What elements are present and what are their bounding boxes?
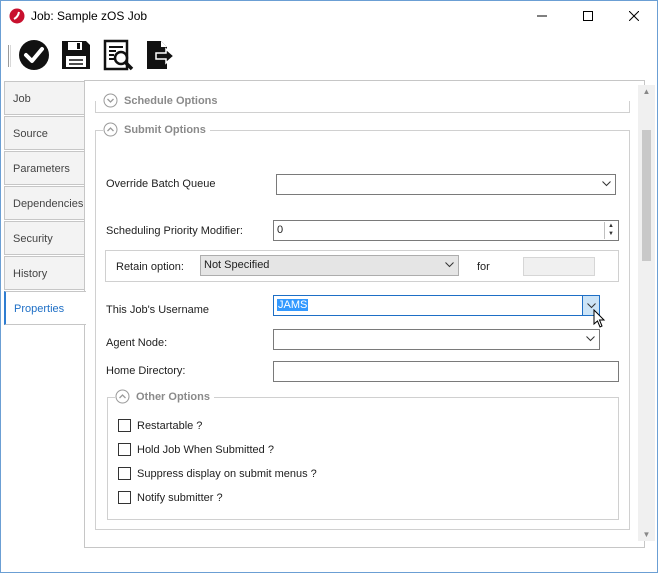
- vertical-scrollbar[interactable]: ▲ ▼: [638, 85, 655, 541]
- chevron-up-circle-icon: [115, 389, 130, 404]
- agent-node-combo[interactable]: [273, 329, 600, 350]
- view-source-button[interactable]: [100, 37, 136, 73]
- checkbox-box[interactable]: [118, 443, 131, 456]
- retain-option-value: Not Specified: [204, 259, 270, 271]
- tab-parameters[interactable]: Parameters: [4, 151, 84, 185]
- scheduling-priority-label: Scheduling Priority Modifier:: [106, 225, 243, 237]
- scroll-down-icon[interactable]: ▼: [642, 530, 651, 539]
- minimize-icon: [537, 15, 547, 17]
- override-batch-queue-label: Override Batch Queue: [106, 178, 216, 190]
- scheduling-priority-value: 0: [277, 224, 284, 236]
- override-batch-queue-combo[interactable]: [276, 174, 616, 195]
- checkmark-circle-icon: [19, 40, 49, 70]
- notify-submitter-label: Notify submitter ?: [137, 491, 223, 504]
- hold-job-checkbox[interactable]: Hold Job When Submitted ?: [118, 443, 274, 456]
- tab-security[interactable]: Security: [4, 221, 84, 255]
- home-directory-label: Home Directory:: [106, 365, 186, 377]
- spin-up-icon[interactable]: ▲: [605, 222, 617, 230]
- document-search-icon: [103, 39, 134, 71]
- tab-properties[interactable]: Properties: [4, 291, 86, 325]
- maximize-button[interactable]: [565, 1, 611, 31]
- home-directory-input[interactable]: [273, 361, 619, 382]
- maximize-icon: [583, 11, 593, 21]
- schedule-options-title: Schedule Options: [124, 94, 218, 107]
- tab-job[interactable]: Job: [4, 81, 84, 115]
- retain-for-input[interactable]: [523, 257, 595, 276]
- restartable-checkbox[interactable]: Restartable ?: [118, 419, 202, 432]
- window-title: Job: Sample zOS Job: [31, 9, 148, 23]
- chevron-down-icon: [445, 262, 454, 268]
- floppy-disk-icon: [62, 41, 90, 69]
- submit-options-title: Submit Options: [124, 123, 206, 136]
- retain-option-combo[interactable]: Not Specified: [200, 255, 459, 276]
- tab-source[interactable]: Source: [4, 116, 84, 150]
- tab-history[interactable]: History: [4, 256, 84, 290]
- title-bar: Job: Sample zOS Job: [1, 1, 657, 31]
- username-value: JAMS: [277, 299, 309, 311]
- scroll-up-icon[interactable]: ▲: [642, 87, 651, 96]
- chevron-up-circle-icon: [103, 122, 118, 137]
- priority-spinner[interactable]: ▲ ▼: [604, 222, 617, 239]
- retain-for-label: for: [477, 261, 490, 273]
- suppress-display-checkbox[interactable]: Suppress display on submit menus ?: [118, 467, 317, 480]
- restartable-label: Restartable ?: [137, 419, 203, 432]
- scheduling-priority-input[interactable]: 0 ▲ ▼: [273, 220, 619, 241]
- username-label: This Job's Username: [106, 304, 209, 316]
- export-document-icon: [147, 41, 176, 69]
- chevron-down-circle-icon: [103, 93, 118, 108]
- export-button[interactable]: [142, 37, 178, 73]
- checkbox-box[interactable]: [118, 419, 131, 432]
- toolbar: [1, 33, 657, 77]
- checkbox-box[interactable]: [118, 467, 131, 480]
- close-icon: [629, 11, 639, 21]
- other-options-header[interactable]: Other Options: [115, 389, 214, 404]
- agent-node-label: Agent Node:: [106, 337, 168, 349]
- mouse-cursor-icon: [593, 309, 606, 328]
- suppress-display-label: Suppress display on submit menus ?: [137, 467, 317, 480]
- schedule-options-header[interactable]: Schedule Options: [103, 93, 222, 108]
- close-button[interactable]: [611, 1, 657, 31]
- notify-submitter-checkbox[interactable]: Notify submitter ?: [118, 491, 223, 504]
- chevron-down-icon: [586, 336, 595, 342]
- hold-job-label: Hold Job When Submitted ?: [137, 443, 274, 456]
- save-button[interactable]: [58, 37, 94, 73]
- job-window: Job: Sample zOS Job Job Source Parameter…: [0, 0, 658, 573]
- spin-down-icon[interactable]: ▼: [605, 230, 617, 238]
- toolbar-grip[interactable]: [8, 45, 11, 67]
- username-combo[interactable]: JAMS: [273, 295, 600, 316]
- checkbox-box[interactable]: [118, 491, 131, 504]
- other-options-title: Other Options: [136, 390, 210, 403]
- scrollbar-thumb[interactable]: [642, 130, 651, 261]
- save-close-button[interactable]: [16, 37, 52, 73]
- submit-options-header[interactable]: Submit Options: [103, 122, 210, 137]
- retain-option-label: Retain option:: [116, 261, 184, 273]
- app-logo-icon: [9, 8, 25, 24]
- minimize-button[interactable]: [519, 1, 565, 31]
- chevron-down-icon: [602, 181, 611, 187]
- tab-dependencies[interactable]: Dependencies: [4, 186, 84, 220]
